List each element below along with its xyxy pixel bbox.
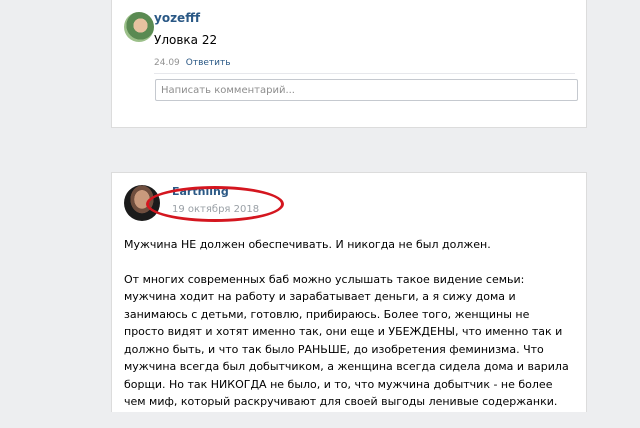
comment-date[interactable]: 24.09 — [154, 58, 180, 68]
comment-input[interactable]: Написать комментарий... — [155, 79, 578, 101]
divider — [154, 73, 575, 74]
comment-text: Уловка 22 — [154, 33, 218, 47]
reply-link[interactable]: Ответить — [186, 58, 231, 68]
post-paragraph: Мужчина НЕ должен обеспечивать. И никогд… — [124, 238, 491, 251]
post-paragraph: От многих современных баб можно услышать… — [124, 272, 569, 409]
commenter-avatar[interactable] — [124, 12, 154, 42]
comment-author[interactable]: yozefff — [154, 11, 200, 25]
post-text: Мужчина НЕ должен обеспечивать. И никогд… — [124, 236, 570, 428]
comment-card: yozefff Уловка 22 24.09 Ответить Написать… — [111, 0, 587, 128]
annotation-circle — [146, 186, 284, 222]
comment-meta: 24.09 Ответить — [154, 58, 231, 68]
